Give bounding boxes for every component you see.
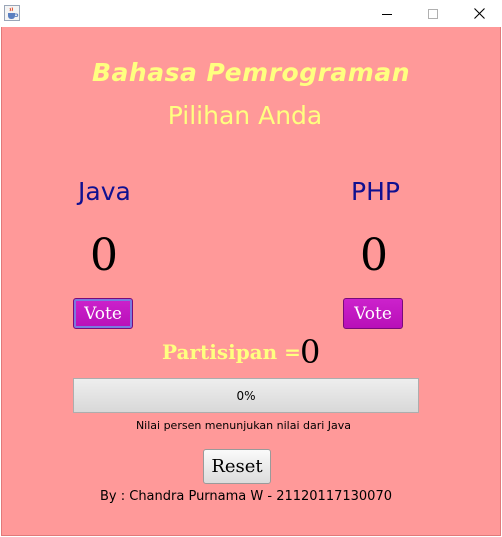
- java-label: Java: [78, 177, 131, 206]
- page-subtitle: Pilihan Anda: [167, 101, 323, 130]
- participant-label: Partisipan =: [162, 340, 301, 364]
- author-credit: By : Chandra Purnama W - 21120117130070: [99, 489, 392, 504]
- maximize-icon: [428, 8, 438, 19]
- progress-text: 0%: [236, 388, 256, 403]
- title-bar: [0, 0, 502, 27]
- java-vote-count: 0: [90, 230, 118, 281]
- close-button[interactable]: [456, 0, 502, 27]
- vote-java-button[interactable]: Vote: [73, 298, 133, 329]
- php-vote-count: 0: [360, 230, 388, 281]
- php-label: PHP: [351, 177, 400, 206]
- close-icon: [473, 8, 485, 19]
- minimize-button[interactable]: [364, 0, 410, 27]
- maximize-button[interactable]: [410, 0, 456, 27]
- java-percentage-progress-bar: 0%: [73, 378, 419, 413]
- progress-note: Nilai persen menunjukan nilai dari Java: [135, 419, 352, 432]
- java-coffee-cup-icon: [4, 5, 20, 21]
- minimize-icon: [382, 9, 392, 19]
- reset-button[interactable]: Reset: [203, 449, 271, 484]
- participant-count: 0: [300, 333, 321, 371]
- vote-php-button[interactable]: Vote: [343, 298, 403, 329]
- page-title: Bahasa Pemrograman: [91, 58, 411, 87]
